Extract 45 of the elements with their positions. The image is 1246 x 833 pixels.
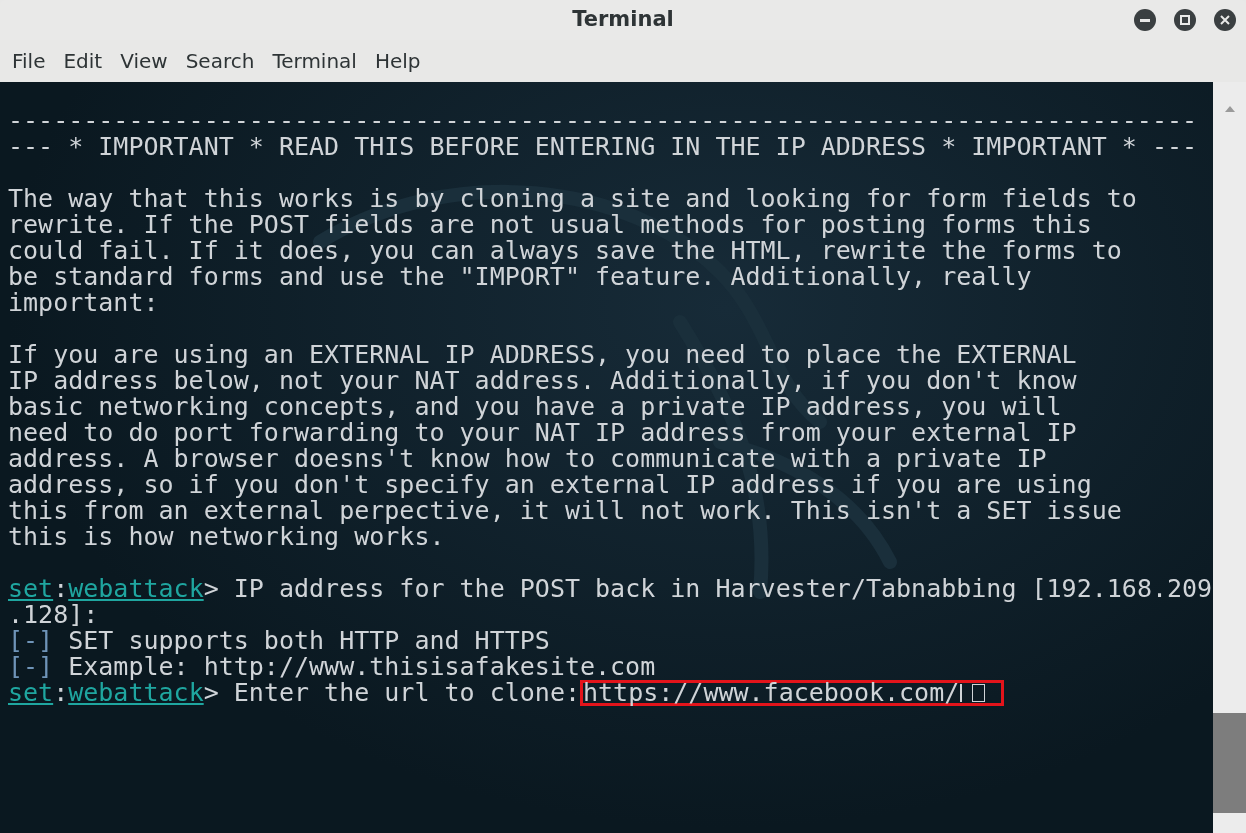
terminal-line: important: [8, 290, 160, 316]
info-marker: [-] [8, 628, 54, 654]
minimize-button[interactable] [1134, 9, 1156, 31]
close-icon [1220, 15, 1230, 25]
menu-item[interactable]: Terminal [264, 46, 365, 76]
window-title: Terminal [572, 6, 674, 34]
close-button[interactable] [1214, 9, 1236, 31]
terminal-line: this from an external perpective, it will not work. This isn't a SET issue [8, 498, 1123, 524]
menu-item[interactable]: File [4, 46, 54, 76]
terminal-line: need to do port forwarding to your NAT IP address from your external IP [8, 420, 1078, 446]
prompt-text: IP address for the POST back in Harvester/Tabnabbing [192.168.209 [232, 576, 1213, 602]
terminal-line: If you are using an EXTERNAL IP ADDRESS, you need to place the EXTERNAL [8, 342, 1078, 368]
prompt-text: Enter the url to clone: [233, 680, 580, 706]
terminal-line: IP address below, not your NAT address. Additionally, if you don't know [8, 368, 1078, 394]
menu-item[interactable]: Edit [55, 46, 111, 76]
terminal-line: be standard forms and use the "IMPORT" feature. Additionally, really [8, 264, 1033, 290]
maximize-button[interactable] [1174, 9, 1196, 31]
prompt-module: webattack [68, 576, 204, 602]
prompt-arrow: > [203, 680, 219, 706]
typed-input[interactable]: https://www.facebook.com/ [580, 680, 1005, 706]
terminal-line: Example: http://www.thisisafakesite.com [67, 654, 656, 680]
prompt-arrow: > [203, 576, 219, 602]
terminal-line: SET supports both HTTP and HTTPS [67, 628, 550, 654]
info-marker: [-] [8, 654, 54, 680]
scrollbar[interactable] [1213, 82, 1246, 833]
terminal-line: could fail. If it does, you can always save the HTML, rewrite the forms to [8, 238, 1123, 264]
scrollbar-thumb[interactable] [1213, 713, 1246, 813]
terminal-line: .128]: [8, 602, 100, 628]
terminal-line: address, so if you don't specify an external IP address if you are using [8, 472, 1093, 498]
terminal-line: this is how networking works. [8, 524, 445, 550]
terminal-line: basic networking concepts, and you have a private IP address, you will [8, 394, 1063, 420]
terminal-line: ------------------------------------------------------------------------------- [8, 108, 1199, 134]
cursor-icon [972, 684, 986, 702]
menu-item[interactable]: Help [366, 46, 429, 76]
menu-item[interactable]: Search [177, 46, 263, 76]
terminal-line: --- * IMPORTANT * READ THIS BEFORE ENTERING IN THE IP ADDRESS * IMPORTANT * --- [8, 134, 1199, 160]
terminal-line: The way that this works is by cloning a site and looking for form fields to [8, 186, 1138, 212]
prompt-host: set [8, 576, 54, 602]
prompt-module: webattack [68, 680, 204, 706]
prompt-host: set [8, 680, 54, 706]
prompt-separator: : [53, 680, 69, 706]
terminal-line: address. A browser doesns't know how to communicate with a private IP [8, 446, 1048, 472]
menu-item[interactable]: View [112, 46, 176, 76]
prompt-separator: : [53, 576, 69, 602]
terminal-line: rewrite. If the POST fields are not usual methods for posting forms this [8, 212, 1093, 238]
